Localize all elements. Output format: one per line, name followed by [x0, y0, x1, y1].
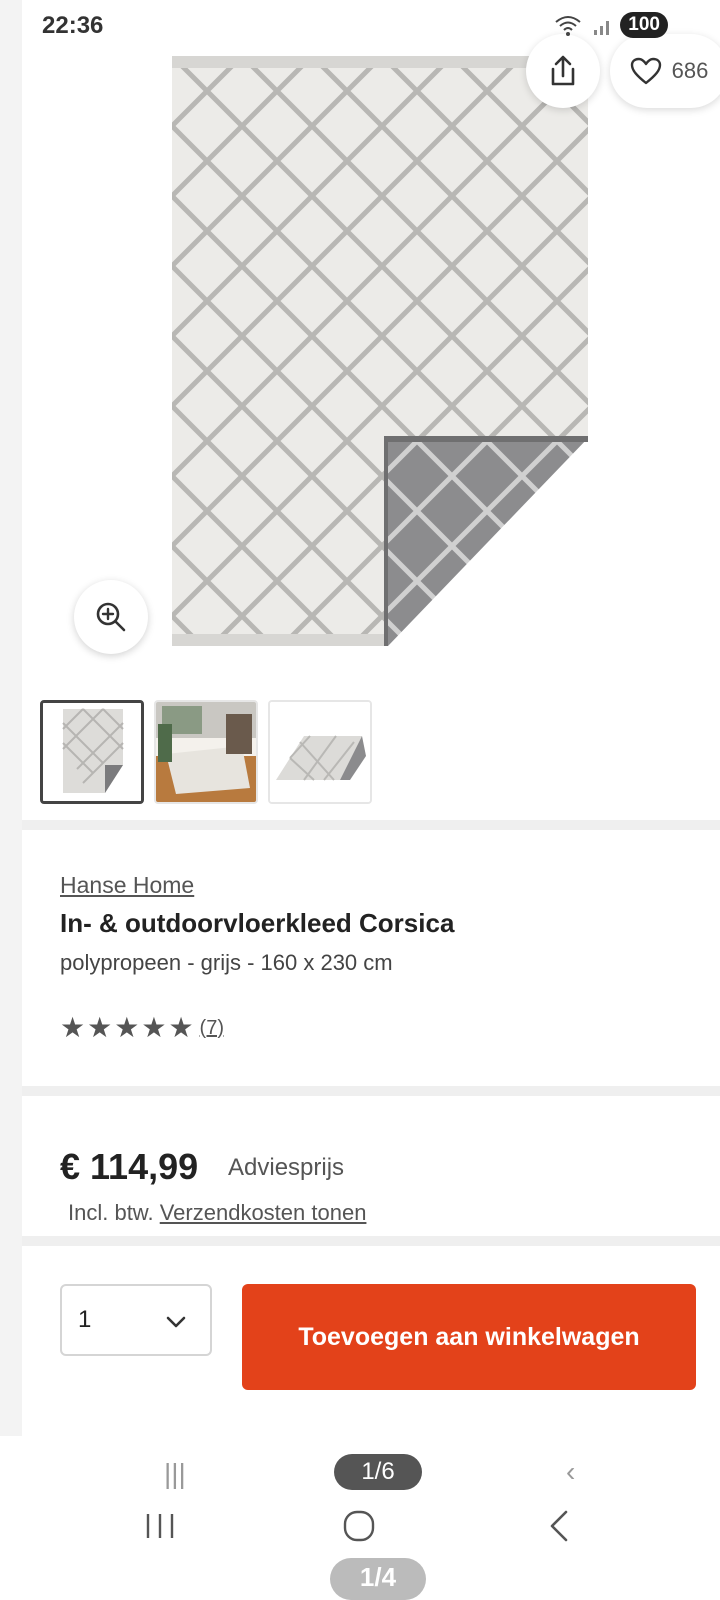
image-page-indicator: 1/6	[334, 1454, 422, 1490]
shipping-costs-link[interactable]: Verzendkosten tonen	[160, 1200, 367, 1225]
status-icons: 100	[554, 12, 668, 38]
thumbnail-rug-folded[interactable]	[268, 700, 372, 804]
recent-apps-icon[interactable]	[140, 1506, 180, 1546]
zoom-button[interactable]	[74, 580, 148, 654]
star-icon: ★	[168, 1012, 194, 1043]
product-info: Hanse Home In- & outdoorvloerkleed Corsi…	[22, 830, 720, 1086]
review-count[interactable]: (7)	[200, 1017, 224, 1040]
product-image[interactable]	[172, 56, 588, 646]
vat-text: Incl. btw.	[68, 1200, 154, 1225]
share-icon	[551, 55, 575, 86]
star-icon: ★	[114, 1012, 140, 1043]
purchase-block: 1 Toevoegen aan winkelwagen	[22, 1246, 720, 1436]
section-divider	[22, 820, 720, 830]
price: € 114,99	[60, 1146, 199, 1187]
battery-badge: 100	[620, 12, 668, 38]
back-icon[interactable]	[540, 1506, 580, 1546]
thumbnail-rug-front[interactable]	[40, 700, 144, 804]
heart-icon	[630, 57, 661, 85]
app-screen: 686 Hanse Home In- & outdoorvloerkleed C…	[0, 0, 720, 1600]
price-note: Adviesprijs	[228, 1154, 345, 1181]
status-bar: 22:36 100	[0, 0, 720, 52]
thumbnail-rug-room[interactable]	[154, 700, 258, 804]
section-divider	[22, 1236, 720, 1246]
menu-icon[interactable]: |||	[164, 1458, 186, 1490]
back-icon[interactable]: ‹	[566, 1456, 575, 1488]
thumbnail-strip	[22, 690, 720, 820]
favorite-count: 686	[671, 58, 709, 83]
product-subtitle: polypropeen - grijs - 160 x 230 cm	[60, 950, 393, 975]
star-icon: ★	[87, 1012, 113, 1043]
secondary-page-indicator: 1/4	[330, 1558, 426, 1600]
section-divider	[22, 1086, 720, 1096]
zoom-in-icon	[96, 602, 126, 632]
add-to-cart-button[interactable]: Toevoegen aan winkelwagen	[242, 1284, 696, 1390]
rating[interactable]: ★ ★ ★ ★ ★ (7)	[60, 1014, 224, 1042]
wifi-icon	[555, 16, 581, 36]
product-title: In- & outdoorvloerkleed Corsica	[60, 908, 455, 938]
star-icon: ★	[141, 1012, 167, 1043]
home-icon[interactable]	[340, 1506, 380, 1546]
quantity-value: 1	[78, 1306, 92, 1333]
signal-icon	[594, 21, 610, 35]
price-block: € 114,99 Adviesprijs Incl. btw. Verzendk…	[22, 1096, 720, 1236]
status-time: 22:36	[42, 12, 104, 39]
chevron-down-icon	[166, 1316, 186, 1328]
star-icon: ★	[60, 1012, 86, 1043]
system-navigation-bar: 1/4	[0, 1496, 720, 1600]
image-pager-bar: ||| 1/6 ‹	[0, 1436, 720, 1496]
quantity-select[interactable]: 1	[60, 1284, 212, 1356]
vat-line: Incl. btw. Verzendkosten tonen	[68, 1200, 366, 1226]
brand-link[interactable]: Hanse Home	[60, 872, 194, 899]
product-image-area: 686	[22, 0, 720, 690]
